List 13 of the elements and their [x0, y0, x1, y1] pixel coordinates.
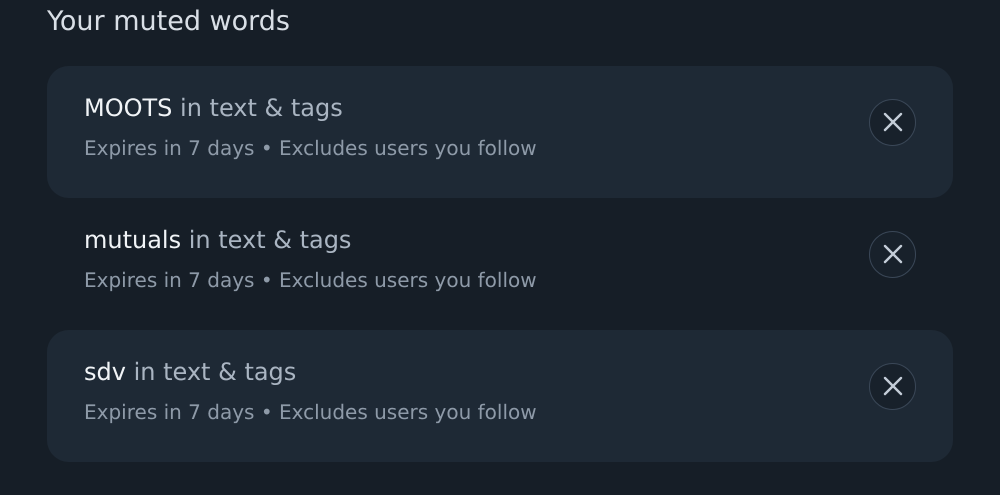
muted-word-label: sdv in text & tags	[84, 357, 298, 387]
page-title: Your muted words	[47, 5, 291, 39]
close-icon	[882, 243, 904, 265]
muted-word-label: mutuals in text & tags	[84, 225, 352, 255]
muted-word-label: MOOTS in text & tags	[84, 93, 344, 123]
muted-word-details: Expires in 7 days • Excludes users you follow	[84, 135, 538, 161]
close-button[interactable]	[869, 98, 916, 146]
close-icon	[882, 375, 904, 397]
close-button[interactable]	[869, 230, 916, 278]
muted-word-details: Expires in 7 days • Excludes users you follow	[84, 399, 538, 425]
muted-word-details: Expires in 7 days • Excludes users you follow	[84, 267, 538, 293]
close-icon	[882, 111, 904, 133]
close-button[interactable]	[869, 362, 916, 410]
